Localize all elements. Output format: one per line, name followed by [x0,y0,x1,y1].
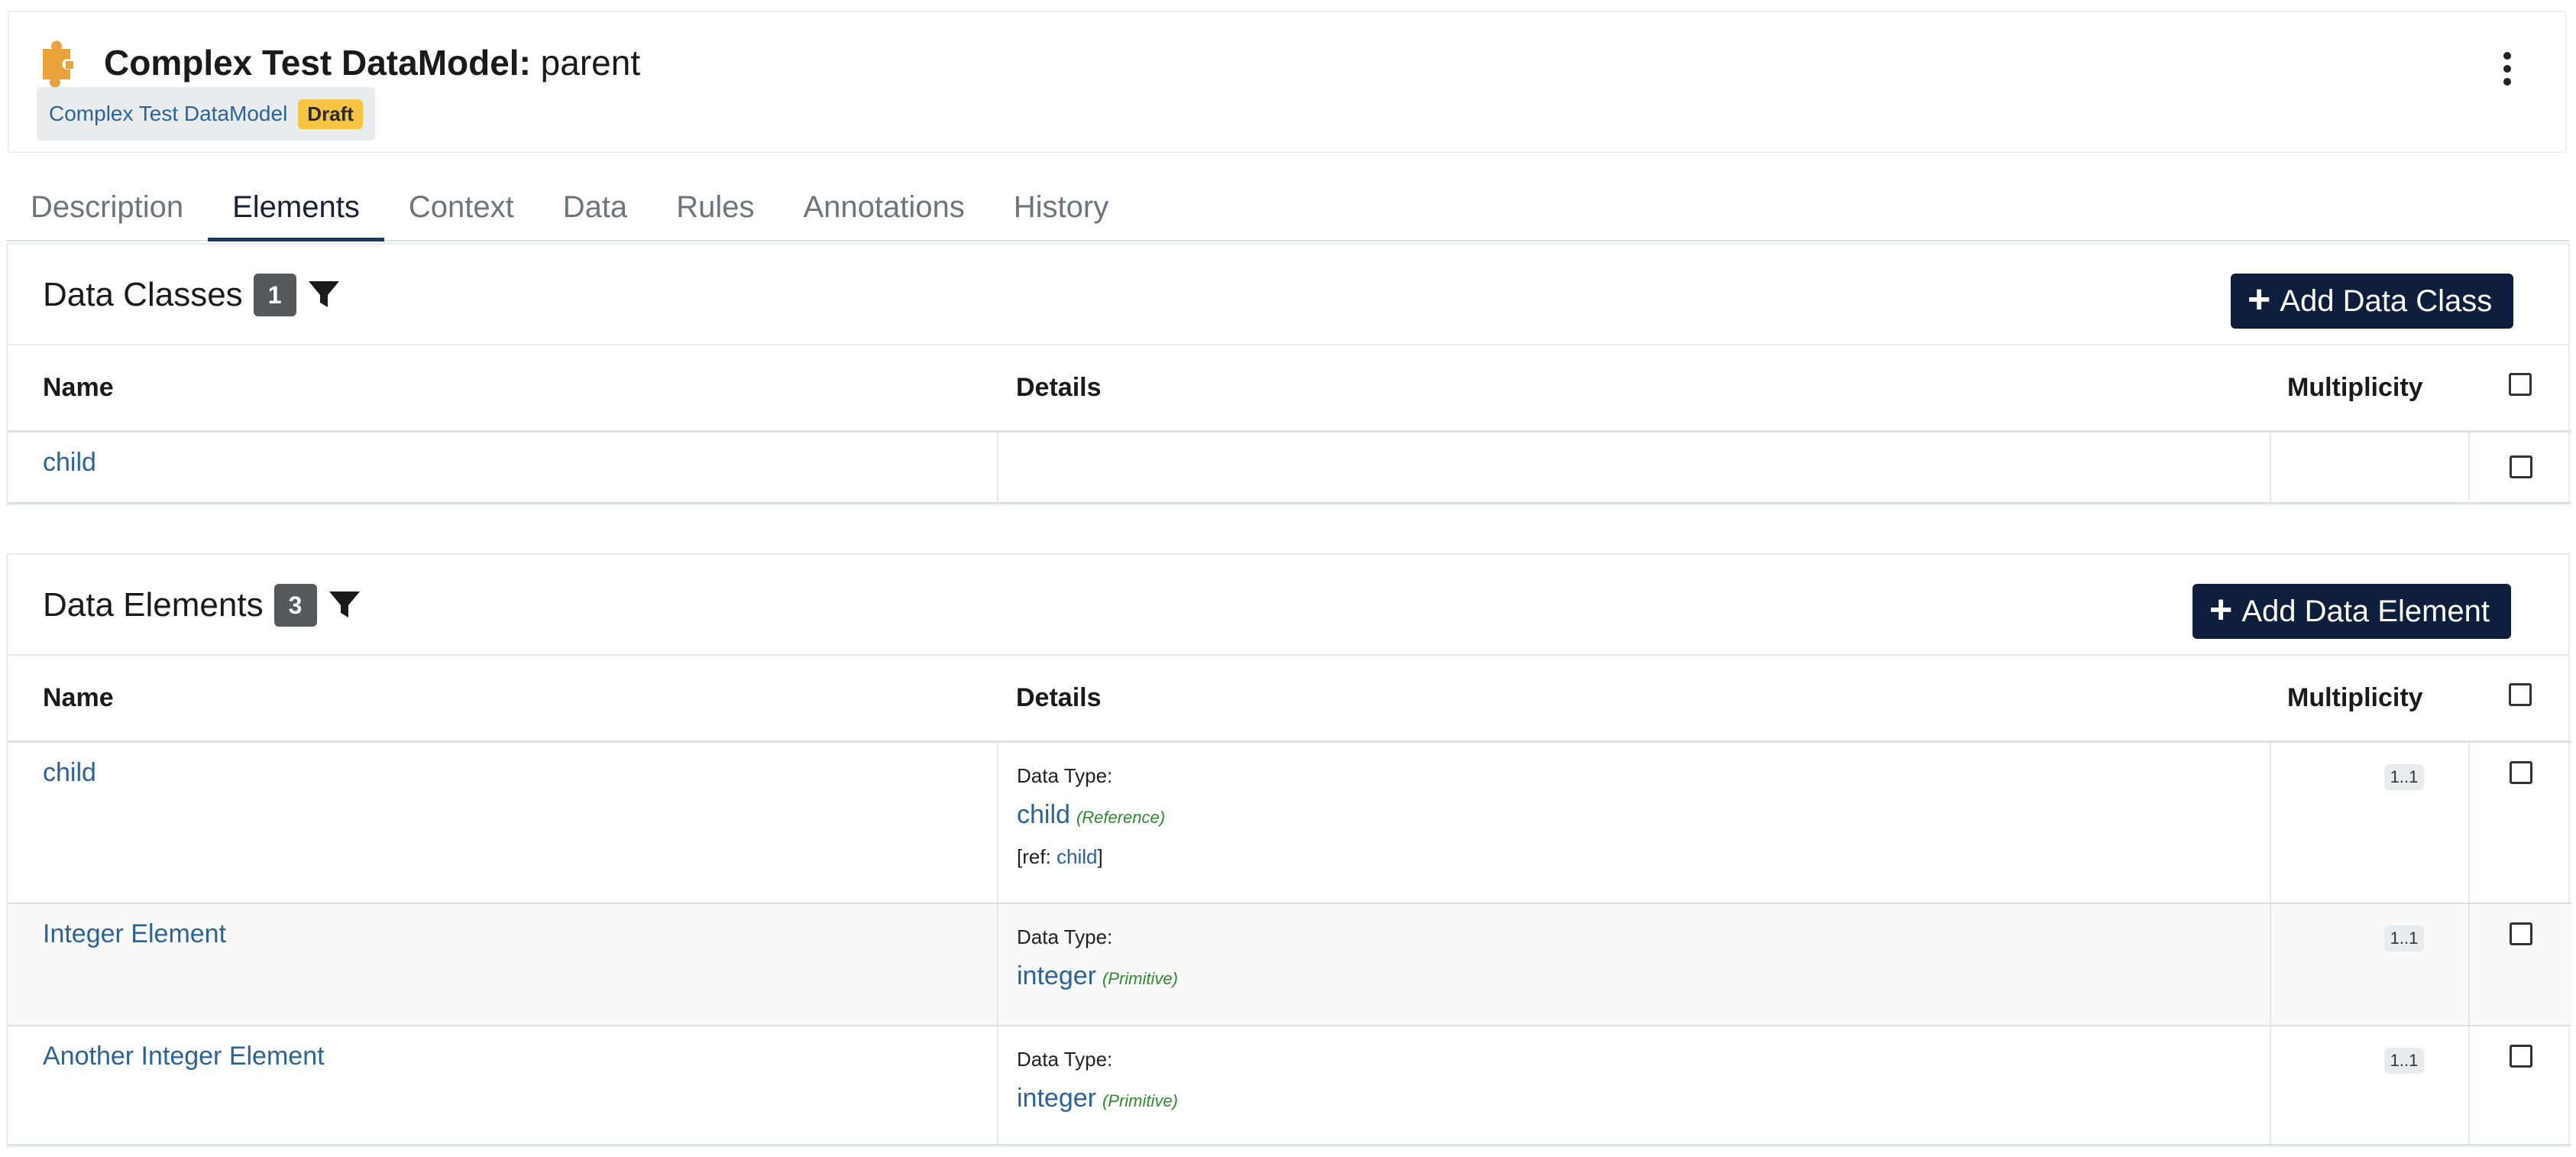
data-type-kind: (Primitive) [1102,1091,1178,1110]
data-type-label: Data Type: [1017,763,1113,787]
tab-context[interactable]: Context [384,190,539,240]
add-data-element-label: Add Data Element [2241,594,2490,628]
tab-rules[interactable]: Rules [652,190,778,240]
data-type-label: Data Type: [1017,925,1113,948]
data-class-name-link[interactable]: child [43,448,96,477]
tab-data[interactable]: Data [539,190,652,240]
data-element-name-link[interactable]: child [43,758,96,787]
details-cell [998,431,2271,504]
model-header-card: Complex Test DataModel: parent Complex T… [8,11,2567,153]
tab-bar: Description Elements Context Data Rules … [6,180,2570,241]
multiplicity-badge: 1..1 [2383,763,2425,790]
table-row: Another Integer Element Data Type: integ… [8,1026,2571,1146]
filter-icon[interactable] [307,278,341,312]
data-type-kind: (Reference) [1076,807,1166,827]
select-all-cell [2469,656,2571,743]
table-row: child Data Type: child (Reference) [ref: … [8,741,2571,904]
data-classes-count-badge: 1 [253,274,296,316]
data-classes-title-text: Data Classes [43,276,243,313]
data-elements-title-text: Data Elements [43,586,264,624]
plus-icon: + [2209,588,2233,632]
column-header-name: Name [8,345,998,433]
details-cell: Data Type: integer (Primitive) [998,903,2271,1026]
page-title-class: parent [530,43,641,83]
select-all-checkbox[interactable] [2509,682,2532,706]
tab-elements[interactable]: Elements [208,190,384,241]
data-type-label: Data Type: [1017,1048,1113,1071]
data-classes-section: Data Classes 1 + Add Data Class Name Det… [6,243,2571,505]
breadcrumb-model-link[interactable]: Complex Test DataModel [49,102,287,126]
multiplicity-cell: 1..1 [2270,1026,2470,1146]
multiplicity-cell: 1..1 [2270,903,2470,1026]
ref-link[interactable]: child [1057,845,1097,868]
column-header-multiplicity: Multiplicity [2270,656,2469,743]
details-cell: Data Type: integer (Primitive) [998,1026,2271,1146]
status-badge: Draft [298,99,363,129]
ref-suffix: ] [1097,844,1103,868]
breadcrumb: Complex Test DataModel Draft [37,87,375,141]
select-all-cell [2469,345,2571,433]
data-elements-header: Data Elements 3 + Add Data Element [8,555,2568,656]
page-title-model: Complex Test DataModel: [104,43,531,83]
row-checkbox[interactable] [2509,922,2532,945]
data-classes-header: Data Classes 1 + Add Data Class [8,245,2568,345]
data-type-value: integer (Primitive) [1017,961,2270,991]
data-type-value: child (Reference) [1017,800,2270,830]
data-type-link[interactable]: child [1017,800,1070,829]
multiplicity-cell [2270,431,2470,504]
filter-icon[interactable] [328,588,361,622]
reference-line: [ref: child] [1017,845,2270,869]
details-cell: Data Type: child (Reference) [ref: child] [998,741,2271,904]
tab-annotations[interactable]: Annotations [778,190,989,240]
plus-icon: + [2248,277,2271,322]
data-type-link[interactable]: integer [1017,1084,1096,1113]
puzzle-piece-icon [43,41,73,87]
data-elements-title: Data Elements 3 [43,584,361,627]
column-header-details: Details [998,345,2270,433]
data-type-link[interactable]: integer [1017,961,1096,990]
multiplicity-badge: 1..1 [2383,1048,2425,1074]
column-header-multiplicity: Multiplicity [2270,345,2469,433]
add-data-class-button[interactable]: + Add Data Class [2231,274,2514,329]
select-all-checkbox[interactable] [2509,372,2532,396]
data-elements-table: Name Details Multiplicity child Data Typ… [8,656,2571,1146]
row-checkbox[interactable] [2509,1045,2532,1068]
add-data-element-button[interactable]: + Add Data Element [2193,584,2512,639]
ref-prefix: [ref: [1017,844,1057,868]
data-elements-count-badge: 3 [273,584,317,627]
multiplicity-badge: 1..1 [2383,925,2425,951]
column-header-details: Details [998,656,2270,743]
row-checkbox[interactable] [2509,455,2532,478]
tab-description[interactable]: Description [6,190,208,240]
data-classes-table: Name Details Multiplicity child [8,345,2571,504]
data-elements-section: Data Elements 3 + Add Data Element Name … [6,553,2571,1147]
data-element-name-link[interactable]: Integer Element [43,919,226,948]
table-row: child [8,431,2571,504]
data-type-value: integer (Primitive) [1017,1084,2270,1113]
data-element-name-link[interactable]: Another Integer Element [43,1042,325,1071]
data-classes-title: Data Classes 1 [43,274,341,316]
column-header-name: Name [8,656,998,743]
tab-history[interactable]: History [989,190,1133,240]
add-data-class-label: Add Data Class [2280,284,2493,318]
table-row: Integer Element Data Type: integer (Primi… [8,903,2571,1026]
data-type-kind: (Primitive) [1102,969,1178,988]
multiplicity-cell: 1..1 [2270,741,2470,904]
page-title: Complex Test DataModel: parent [104,40,640,86]
row-checkbox[interactable] [2509,760,2532,784]
kebab-menu-icon[interactable] [2493,47,2521,90]
